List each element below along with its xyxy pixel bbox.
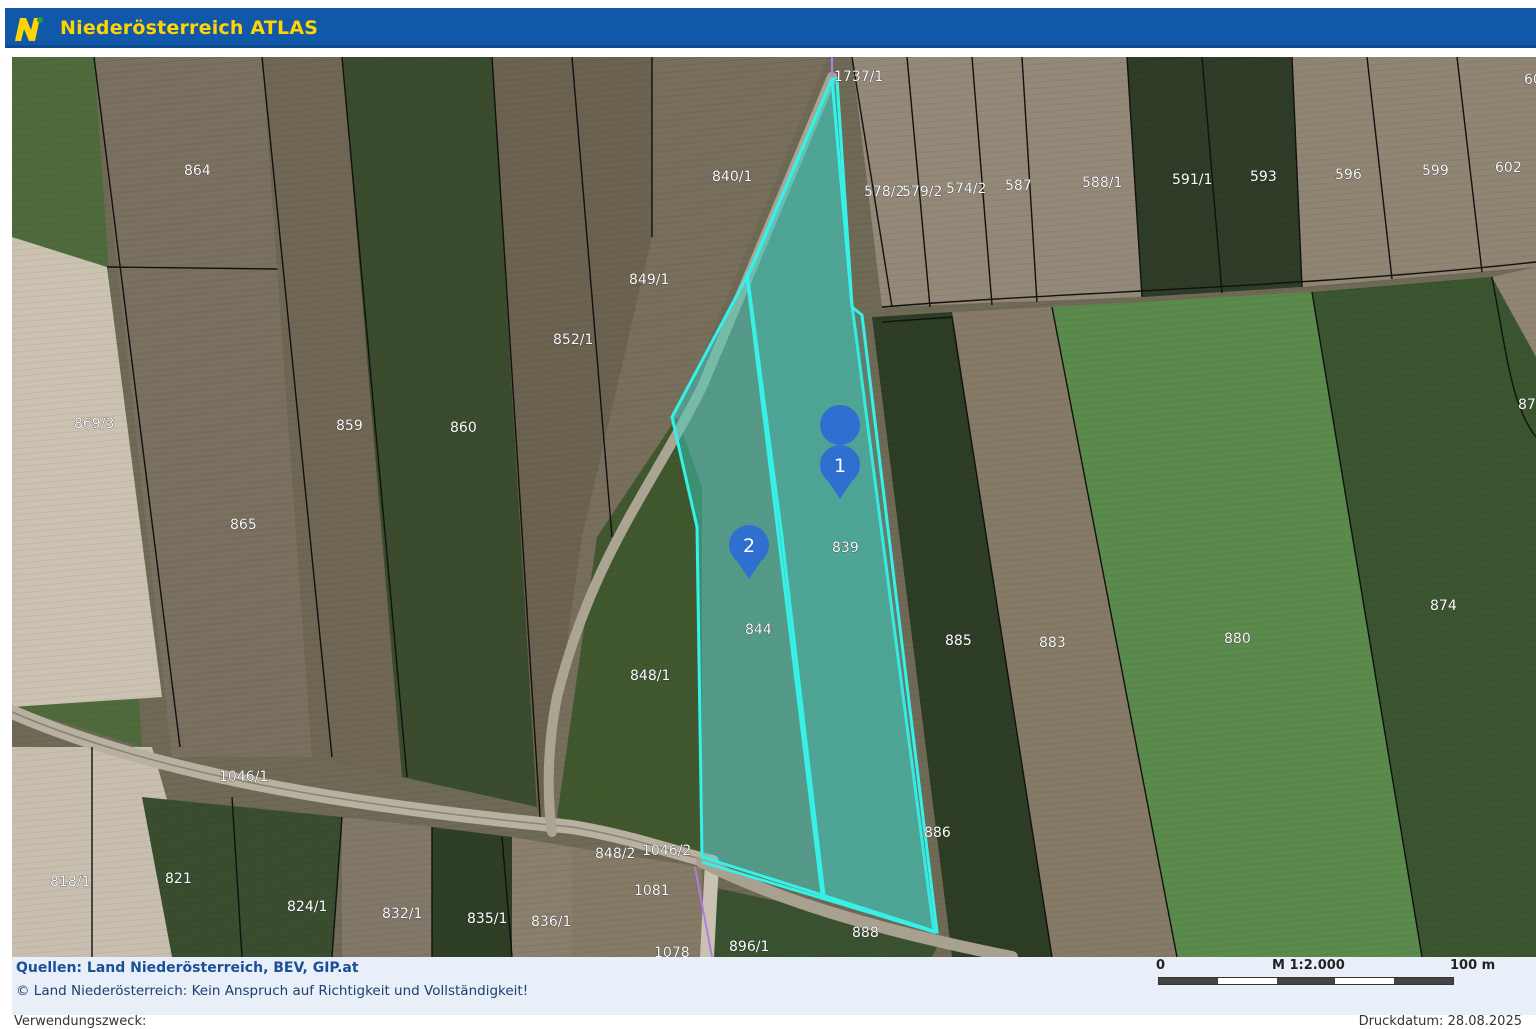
parcel-label: 840/1 — [712, 169, 752, 185]
copyright-text: © Land Niederösterreich: Kein Anspruch a… — [16, 983, 529, 999]
sources-text: Quellen: Land Niederösterreich, BEV, GIP… — [16, 960, 359, 976]
parcel-label: 865 — [230, 517, 257, 533]
parcel-label: 885 — [945, 633, 972, 649]
marker-1-label: 1 — [834, 455, 846, 477]
parcel-label: 888 — [852, 925, 879, 941]
app-header: Niederösterreich ATLAS — [5, 8, 1536, 48]
parcel-label: 896/1 — [729, 939, 769, 955]
parcel-label: 839 — [832, 540, 859, 556]
parcel-label: 578/2 — [864, 184, 904, 200]
n-logo-icon — [15, 17, 43, 41]
scale-bar — [1158, 977, 1454, 985]
parcel-label: 859 — [336, 418, 363, 434]
parcel-label: 864 — [184, 163, 211, 179]
scale-max-label: 100 m — [1450, 958, 1496, 973]
parcel-label: 848/1 — [630, 668, 670, 684]
parcel-label: 591/1 — [1172, 172, 1212, 188]
parcel-label: 60 — [1524, 72, 1536, 88]
parcel-label: 869/3 — [74, 416, 114, 432]
scale-zero-label: 0 — [1156, 958, 1166, 973]
parcel-label: 587 — [1005, 178, 1032, 194]
parcel-label: 579/2 — [902, 184, 942, 200]
parcel-label: 596 — [1335, 167, 1362, 183]
parcel-label: 836/1 — [531, 914, 571, 930]
parcel-label: 602 — [1495, 160, 1522, 176]
parcel-label: 832/1 — [382, 906, 422, 922]
parcel-label: 886 — [924, 825, 951, 841]
marker-2-label: 2 — [743, 535, 755, 557]
parcel-label: 593 — [1250, 169, 1277, 185]
parcel-label: 874 — [1430, 598, 1457, 614]
parcel-label: 1737/1 — [834, 69, 883, 85]
parcel-label: 844 — [745, 622, 772, 638]
parcel-label: 1081 — [634, 883, 670, 899]
parcel-label: 848/2 — [595, 846, 635, 862]
parcel-label: 818/1 — [50, 874, 90, 890]
parcel-label: 849/1 — [629, 272, 669, 288]
parcel-label: 880 — [1224, 631, 1251, 647]
map-view[interactable]: 864 840/1 849/1 852/1 869/3 859 860 865 848/1 844… — [12, 57, 1536, 957]
parcel-label: 871 — [1518, 397, 1536, 413]
parcel-label: 1078 — [654, 945, 690, 957]
parcel-label: 588/1 — [1082, 175, 1122, 191]
scale-ratio-label: M 1:2.000 — [1272, 958, 1345, 973]
parcel-label: 599 — [1422, 163, 1449, 179]
app-title: Niederösterreich ATLAS — [60, 17, 319, 39]
parcel-label: 1046/1 — [219, 769, 268, 785]
parcel-label: 824/1 — [287, 899, 327, 915]
parcel-label: 574/2 — [946, 181, 986, 197]
parcel-label: 852/1 — [553, 332, 593, 348]
parcel-label: 860 — [450, 420, 477, 436]
parcel-label: 883 — [1039, 635, 1066, 651]
parcel-label: 835/1 — [467, 911, 507, 927]
parcel-label: 1046/2 — [642, 843, 691, 859]
parcel-label: 821 — [165, 871, 192, 887]
map-footer: Quellen: Land Niederösterreich, BEV, GIP… — [12, 957, 1536, 1015]
